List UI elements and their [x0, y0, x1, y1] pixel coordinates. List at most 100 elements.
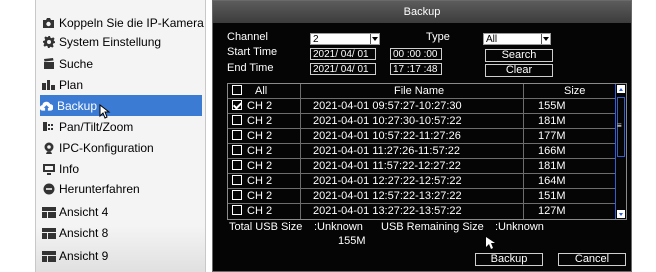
context-menu: Koppeln Sie die IP-Kamera System Einstel…: [35, 0, 206, 272]
end-time-field[interactable]: 17 :17 :48: [390, 63, 442, 75]
row-checkbox[interactable]: [232, 205, 242, 215]
menu-item-view-9[interactable]: Ansicht 9: [42, 246, 200, 266]
menu-item-view-4[interactable]: Ansicht 4: [42, 202, 200, 222]
table-row[interactable]: CH 2 2021-04-01 11:57:22-12:27:22 181M: [228, 159, 616, 174]
table-row[interactable]: CH 2 2021-04-01 09:57:27-10:27:30 155M: [228, 99, 616, 114]
end-time-value: 17 :17 :48: [393, 64, 438, 75]
channel-value: 2: [313, 34, 319, 45]
row-file-name: 2021-04-01 10:27:30-10:57:22: [313, 115, 462, 127]
menu-item-label: Ansicht 8: [59, 226, 109, 240]
row-checkbox[interactable]: [232, 145, 242, 155]
row-size: 177M: [538, 130, 566, 142]
table-row[interactable]: CH 2 2021-04-01 10:27:30-10:57:22 181M: [228, 114, 616, 129]
menu-item-view-8[interactable]: Ansicht 8: [42, 223, 200, 243]
menu-item-search[interactable]: Suche: [42, 54, 200, 74]
row-size: 151M: [538, 190, 566, 202]
gear-icon: [42, 36, 55, 49]
menu-item-ipc-config[interactable]: IPC-Konfiguration: [42, 138, 200, 158]
row-channel: CH 2: [247, 205, 273, 217]
menu-item-info[interactable]: Info: [42, 159, 200, 179]
type-select[interactable]: All: [483, 33, 551, 45]
row-channel: CH 2: [247, 175, 273, 187]
header-all: All: [255, 85, 268, 97]
layout-icon: [42, 227, 56, 240]
row-checkbox[interactable]: [232, 130, 242, 140]
backup-dialog: Backup Channel 2 Type All Start Time 202…: [212, 0, 632, 272]
menu-item-pair-ip-camera[interactable]: Koppeln Sie die IP-Kamera: [42, 13, 204, 33]
row-channel: CH 2: [247, 100, 273, 112]
menu-item-system-settings[interactable]: System Einstellung: [42, 32, 200, 52]
row-file-name: 2021-04-01 13:27:22-13:57:22: [313, 205, 462, 217]
menu-item-label: Ansicht 4: [59, 205, 109, 219]
table-row[interactable]: CH 2 2021-04-01 10:57:22-11:27:26 177M: [228, 129, 616, 144]
row-size: 181M: [538, 115, 566, 127]
menu-item-pan-tilt-zoom[interactable]: Pan/Tilt/Zoom: [42, 117, 200, 137]
backup-button[interactable]: Backup: [475, 253, 543, 266]
table-row[interactable]: CH 2 2021-04-01 12:57:22-13:27:22 151M: [228, 189, 616, 204]
table-row[interactable]: CH 2 2021-04-01 13:27:22-13:57:22 127M: [228, 204, 616, 219]
menu-item-plan[interactable]: Plan: [42, 75, 200, 95]
row-channel: CH 2: [247, 190, 273, 202]
dialog-title: Backup: [213, 1, 631, 23]
header-size: Size: [564, 85, 586, 97]
scroll-thumb[interactable]: [617, 97, 625, 157]
total-usb-size-label: Total USB Size: [229, 221, 303, 233]
camera-icon: [42, 17, 55, 30]
start-date-value: 2021/ 04/ 01: [313, 49, 369, 60]
menu-item-label: Plan: [59, 78, 84, 92]
row-file-name: 2021-04-01 12:27:22-12:57:22: [313, 175, 462, 187]
row-file-name: 2021-04-01 12:57:22-13:27:22: [313, 190, 462, 202]
total-usb-size-value: :Unknown: [314, 221, 363, 233]
table-row[interactable]: CH 2 2021-04-01 12:27:22-12:57:22 164M: [228, 174, 616, 189]
row-channel: CH 2: [247, 130, 273, 142]
scroll-up-icon[interactable]: [617, 85, 625, 93]
file-table: All File Name Size CH 2 2021-04-01 09:57…: [227, 83, 627, 220]
channel-label: Channel: [227, 31, 268, 43]
menu-item-label: Pan/Tilt/Zoom: [59, 120, 134, 134]
channel-select[interactable]: 2: [310, 33, 380, 45]
row-size: 181M: [538, 160, 566, 172]
chevron-down-icon: [541, 34, 550, 44]
mouse-cursor-icon: [99, 103, 111, 124]
chevron-down-icon: [370, 34, 379, 44]
start-time-field[interactable]: 00 :00 :00: [390, 48, 442, 60]
start-time-value: 00 :00 :00: [393, 49, 438, 60]
row-size: 166M: [538, 145, 566, 157]
menu-item-backup[interactable]: Backup: [40, 95, 202, 116]
row-checkbox[interactable]: [232, 190, 242, 200]
mouse-cursor-icon: [485, 236, 496, 253]
end-date-field[interactable]: 2021/ 04/ 01: [310, 63, 376, 75]
menu-item-label: Info: [59, 162, 80, 176]
clear-button[interactable]: Clear: [485, 64, 553, 77]
end-time-label: End Time: [227, 62, 274, 74]
selected-size-value: 155M: [338, 235, 366, 247]
layout-icon: [42, 206, 56, 219]
row-checkbox[interactable]: [232, 115, 242, 125]
column-divider: [300, 84, 301, 98]
row-checkbox[interactable]: [232, 100, 242, 110]
header-file-name: File Name: [394, 85, 445, 97]
webcam-icon: [42, 142, 55, 155]
menu-item-label: Backup: [57, 98, 98, 113]
cloud-upload-icon: [40, 99, 53, 112]
select-all-checkbox[interactable]: [232, 85, 242, 95]
calendar-icon: [42, 79, 55, 92]
usb-remaining-label: USB Remaining Size: [381, 221, 484, 233]
menu-item-label: IPC-Konfiguration: [59, 141, 154, 155]
row-checkbox[interactable]: [232, 160, 242, 170]
row-file-name: 2021-04-01 11:27:26-11:57:22: [313, 145, 460, 157]
menu-item-label: Koppeln Sie die IP-Kamera: [59, 16, 204, 30]
table-row[interactable]: CH 2 2021-04-01 11:27:26-11:57:22 166M: [228, 144, 616, 159]
menu-item-shutdown[interactable]: Herunterfahren: [42, 179, 200, 199]
search-button[interactable]: Search: [485, 49, 553, 62]
start-date-field[interactable]: 2021/ 04/ 01: [310, 48, 376, 60]
cancel-button[interactable]: Cancel: [558, 253, 626, 266]
row-checkbox[interactable]: [232, 175, 242, 185]
row-file-name: 2021-04-01 11:57:22-12:27:22: [313, 160, 461, 172]
background-margin: [633, 0, 656, 272]
start-time-label: Start Time: [227, 46, 278, 58]
row-file-name: 2021-04-01 10:57:22-11:27:26: [313, 130, 461, 142]
table-scrollbar[interactable]: [615, 84, 626, 219]
scroll-down-icon[interactable]: [617, 210, 625, 218]
row-channel: CH 2: [247, 160, 273, 172]
